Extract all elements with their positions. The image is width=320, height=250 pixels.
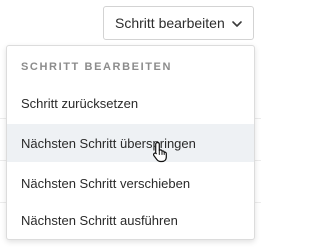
- hand-pointer-icon: [152, 141, 167, 163]
- menu-item-reset-step[interactable]: Schritt zurücksetzen: [7, 84, 254, 122]
- page: Schritt bearbeiten SCHRITT BEARBEITEN Sc…: [0, 0, 261, 250]
- menu-item-skip-next-step[interactable]: Nächsten Schritt überspringen: [7, 124, 254, 162]
- edit-step-button-label: Schritt bearbeiten: [115, 15, 225, 31]
- edit-step-dropdown-button[interactable]: Schritt bearbeiten: [103, 6, 254, 40]
- menu-item-label: Schritt zurücksetzen: [21, 95, 139, 111]
- menu-header: SCHRITT BEARBEITEN: [21, 61, 173, 73]
- edit-step-menu: SCHRITT BEARBEITEN Schritt zurücksetzen …: [6, 45, 255, 240]
- chevron-down-icon: [232, 21, 242, 27]
- menu-item-execute-next-step[interactable]: Nächsten Schritt ausführen: [7, 201, 254, 239]
- menu-item-label: Nächsten Schritt ausführen: [21, 212, 178, 228]
- menu-item-label: Nächsten Schritt verschieben: [21, 175, 191, 191]
- menu-item-postpone-next-step[interactable]: Nächsten Schritt verschieben: [7, 164, 254, 202]
